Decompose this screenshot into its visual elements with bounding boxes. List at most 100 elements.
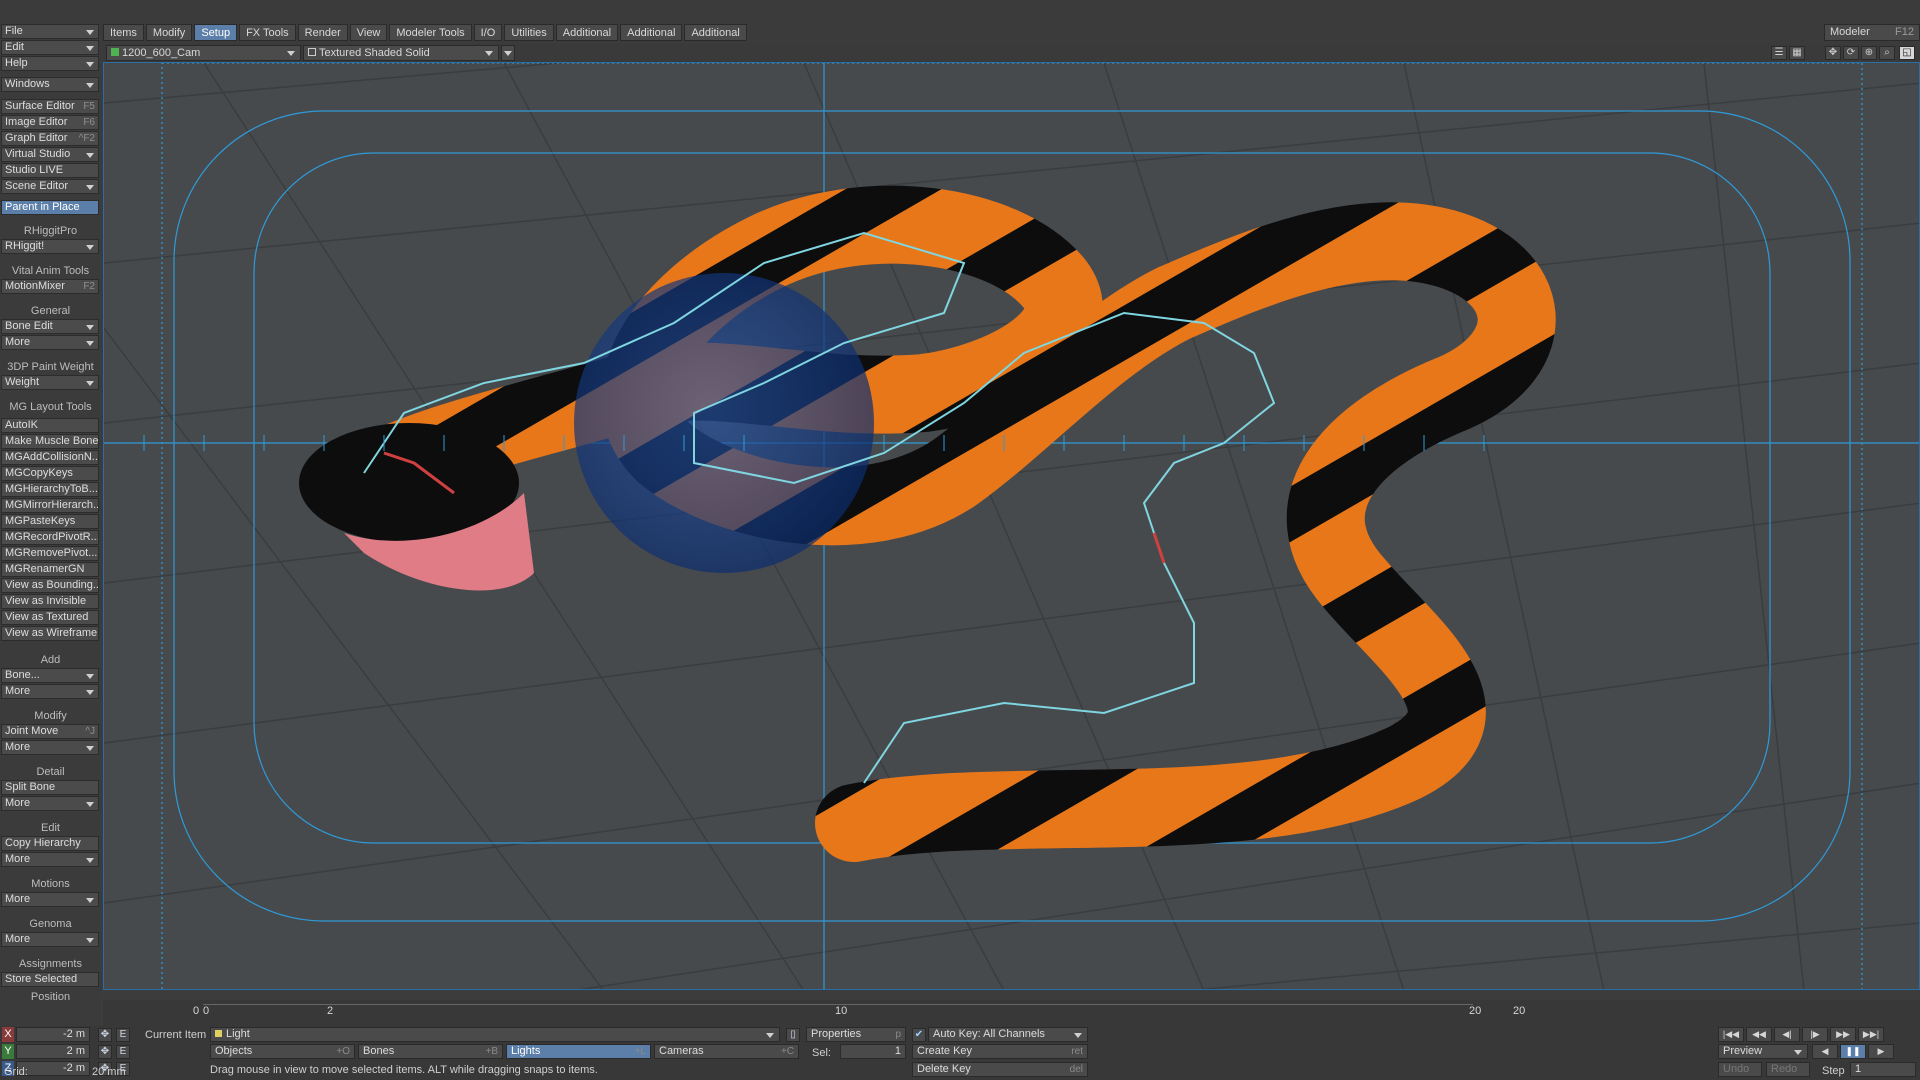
image-editor-button[interactable]: Image Editor F6 [1, 115, 99, 130]
add-more-menu[interactable]: More [1, 684, 99, 699]
lights-button[interactable]: Lights +L [506, 1044, 651, 1059]
genoma-more-menu[interactable]: More [1, 932, 99, 947]
create-key-button[interactable]: Create Key ret [912, 1044, 1088, 1059]
edit-menu[interactable]: Edit [1, 40, 99, 55]
parent-in-place-button[interactable]: Parent in Place [1, 200, 99, 215]
edit-more-menu[interactable]: More [1, 852, 99, 867]
tab-view[interactable]: View [349, 24, 388, 41]
mg-item-hierarchy-to-bones[interactable]: MGHierarchyToB... [1, 482, 99, 497]
undo-button[interactable]: Undo [1718, 1062, 1762, 1077]
mg-item-add-collision[interactable]: MGAddCollisionN... [1, 450, 99, 465]
graph-editor-button[interactable]: Graph Editor ^F2 [1, 131, 99, 146]
3d-viewport[interactable] [103, 62, 1920, 990]
studio-live-button[interactable]: Studio LIVE [1, 163, 99, 178]
mg-item-renamer[interactable]: MGRenamerGN [1, 562, 99, 577]
previous-frame-button[interactable]: ◀| [1774, 1027, 1800, 1042]
chevron-down-icon [86, 898, 94, 903]
first-frame-button[interactable]: |◀◀ [1718, 1027, 1744, 1042]
auto-key-select[interactable]: Auto Key: All Channels [928, 1027, 1088, 1042]
item-options-icon[interactable]: ▯ [786, 1028, 800, 1042]
mg-item-paste-keys[interactable]: MGPasteKeys [1, 514, 99, 529]
tab-io[interactable]: I/O [473, 24, 503, 41]
delete-key-button[interactable]: Delete Key del [912, 1062, 1088, 1077]
viewport-layout-icon[interactable]: ▦ [1789, 46, 1805, 60]
play-button[interactable]: ▶ [1868, 1044, 1894, 1059]
orbit-view-icon[interactable]: ⊕ [1861, 46, 1877, 60]
modify-more-menu[interactable]: More [1, 740, 99, 755]
view-options-dropdown[interactable] [501, 45, 515, 61]
mg-item-view-wireframe[interactable]: View as Wireframe [1, 626, 99, 641]
zoom-view-icon[interactable]: ⌕ [1879, 46, 1895, 60]
bones-button[interactable]: Bones +B [358, 1044, 503, 1059]
camera-select[interactable]: 1200_600_Cam [106, 45, 301, 61]
cameras-button[interactable]: Cameras +C [654, 1044, 799, 1059]
rhiggit-menu[interactable]: RHiggit! [1, 239, 99, 254]
last-frame-button[interactable]: ▶▶| [1858, 1027, 1884, 1042]
selection-count: 1 [840, 1044, 906, 1059]
tab-modify[interactable]: Modify [145, 24, 193, 41]
redo-button[interactable]: Redo [1766, 1062, 1810, 1077]
tab-utilities[interactable]: Utilities [504, 24, 554, 41]
tab-setup[interactable]: Setup [194, 24, 238, 41]
mg-item-mirror-hierarchy[interactable]: MGMirrorHierarch... [1, 498, 99, 513]
step-input[interactable]: 1 [1850, 1062, 1916, 1077]
tab-modeler-tools[interactable]: Modeler Tools [389, 24, 472, 41]
help-menu[interactable]: Help [1, 56, 99, 71]
x-position-input[interactable]: -2 m [16, 1027, 90, 1042]
detail-more-menu[interactable]: More [1, 796, 99, 811]
previous-key-button[interactable]: ◀◀ [1746, 1027, 1772, 1042]
virtual-studio-menu[interactable]: Virtual Studio [1, 147, 99, 162]
joint-move-button[interactable]: Joint Move ^J [1, 724, 99, 739]
bone-edit-menu[interactable]: Bone Edit [1, 319, 99, 334]
rotate-view-icon[interactable]: ⟳ [1843, 46, 1859, 60]
x-envelope-button[interactable]: E [116, 1028, 130, 1042]
y-position-input[interactable]: 2 m [16, 1044, 90, 1059]
motionmixer-button[interactable]: MotionMixer F2 [1, 279, 99, 294]
mg-item-record-pivot[interactable]: MGRecordPivotR... [1, 530, 99, 545]
y-envelope-button[interactable]: E [116, 1045, 130, 1059]
timeline[interactable]: 0 0 2 10 20 20 [103, 1000, 1920, 1026]
mg-item-copy-keys[interactable]: MGCopyKeys [1, 466, 99, 481]
move-view-icon[interactable]: ✥ [1825, 46, 1841, 60]
tab-additional-2[interactable]: Additional [620, 24, 683, 41]
x-move-icon[interactable]: ✥ [98, 1028, 112, 1042]
next-frame-button[interactable]: |▶ [1802, 1027, 1828, 1042]
shading-select[interactable]: Textured Shaded Solid [303, 45, 499, 61]
tab-additional-1[interactable]: Additional [555, 24, 619, 41]
tab-render[interactable]: Render [297, 24, 348, 41]
file-menu[interactable]: File [1, 24, 99, 39]
objects-button[interactable]: Objects +O [210, 1044, 355, 1059]
tab-additional-3[interactable]: Additional [684, 24, 747, 41]
tab-items[interactable]: Items [103, 24, 144, 41]
pause-button[interactable]: ❚❚ [1840, 1044, 1866, 1059]
mg-item-make-muscle-bone[interactable]: Make Muscle Bone [1, 434, 99, 449]
motions-more-menu[interactable]: More [1, 892, 99, 907]
paint-weight-heading: 3DP Paint Weight [7, 361, 94, 373]
copy-hierarchy-button[interactable]: Copy Hierarchy [1, 836, 99, 851]
timeline-end[interactable]: 20 [1513, 1005, 1525, 1017]
modeler-button[interactable]: Modeler F12 [1824, 24, 1920, 41]
play-reverse-button[interactable]: ◀ [1812, 1044, 1838, 1059]
maximize-view-icon[interactable]: ◱ [1899, 46, 1915, 60]
viewport-list-icon[interactable]: ☰ [1771, 46, 1787, 60]
bone-add-menu[interactable]: Bone... [1, 668, 99, 683]
auto-key-checkbox[interactable]: ✔ [912, 1028, 926, 1042]
current-item-select[interactable]: Light [210, 1027, 780, 1042]
scene-editor-menu[interactable]: Scene Editor [1, 179, 99, 194]
store-selected-button[interactable]: Store Selected [1, 972, 99, 987]
y-move-icon[interactable]: ✥ [98, 1045, 112, 1059]
mg-item-view-bounding[interactable]: View as Bounding... [1, 578, 99, 593]
mg-item-view-textured[interactable]: View as Textured [1, 610, 99, 625]
mg-item-autoik[interactable]: AutoIK [1, 418, 99, 433]
tab-fx-tools[interactable]: FX Tools [239, 24, 296, 41]
preview-select[interactable]: Preview [1718, 1044, 1808, 1059]
split-bone-button[interactable]: Split Bone [1, 780, 99, 795]
windows-menu[interactable]: Windows [1, 77, 99, 92]
weight-menu[interactable]: Weight [1, 375, 99, 390]
next-key-button[interactable]: ▶▶ [1830, 1027, 1856, 1042]
mg-item-remove-pivot[interactable]: MGRemovePivot... [1, 546, 99, 561]
general-more-menu[interactable]: More [1, 335, 99, 350]
surface-editor-button[interactable]: Surface Editor F5 [1, 99, 99, 114]
properties-button[interactable]: Properties p [806, 1027, 906, 1042]
mg-item-view-invisible[interactable]: View as Invisible [1, 594, 99, 609]
